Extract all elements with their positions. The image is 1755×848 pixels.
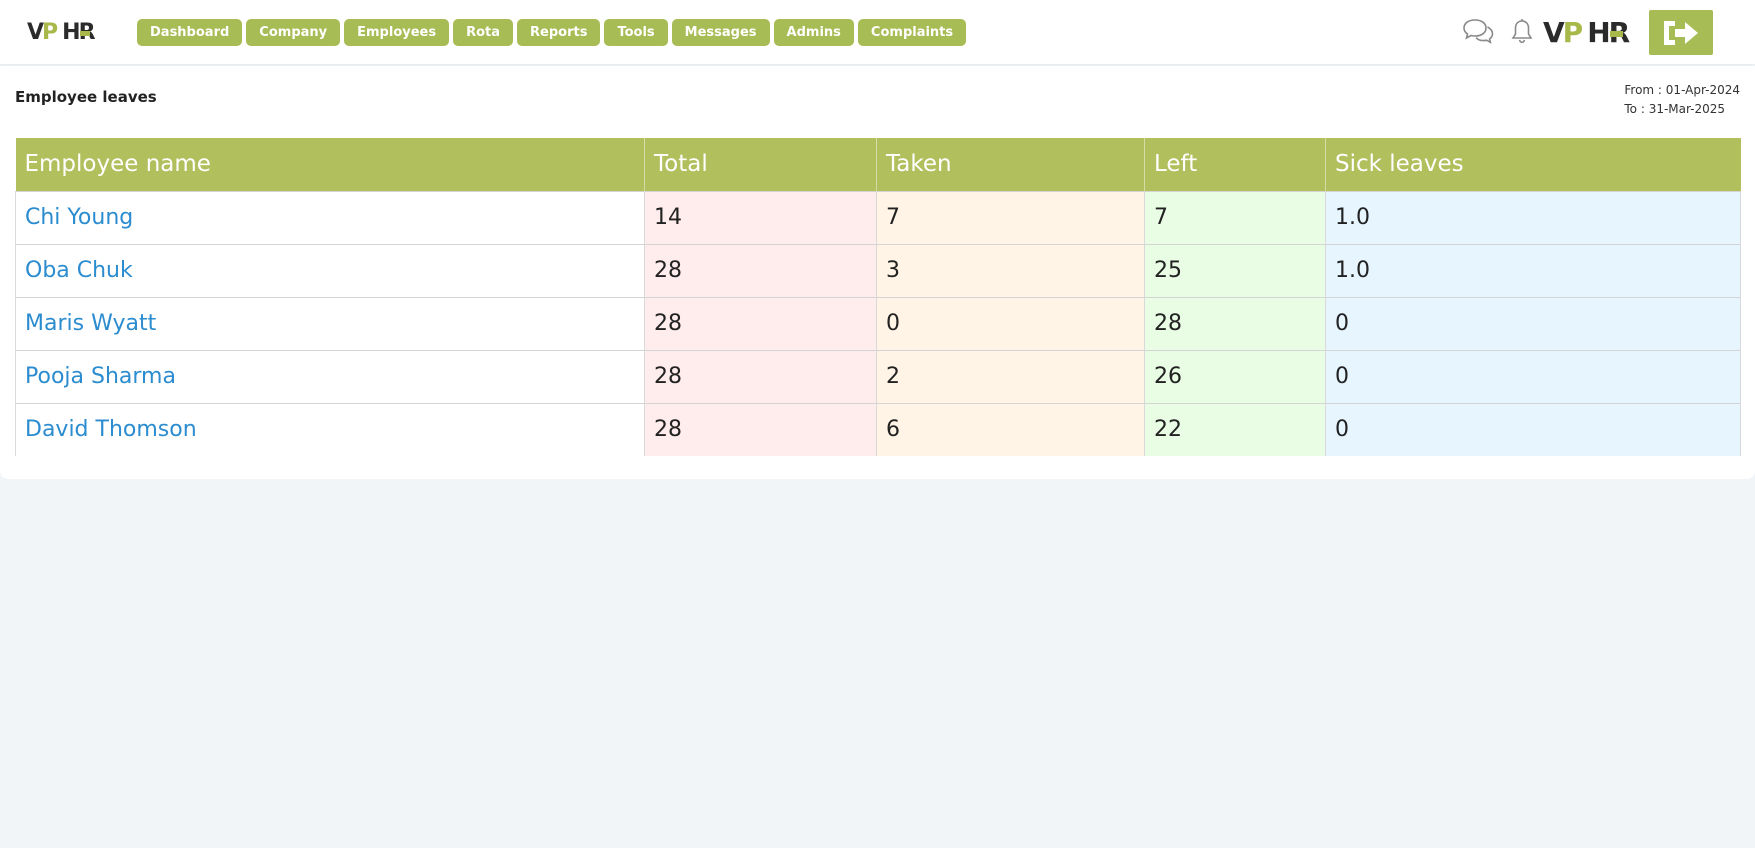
cell-total: 28	[644, 296, 877, 350]
cell-total: 14	[644, 190, 877, 244]
cell-sick: 0	[1325, 296, 1741, 350]
cell-name: Chi Young	[15, 190, 645, 244]
cell-left: 26	[1144, 349, 1326, 403]
leaves-table: Employee name Total Taken Left Sick leav…	[15, 138, 1741, 456]
col-header-left: Left	[1144, 138, 1326, 191]
nav-tools-button[interactable]: Tools	[604, 19, 668, 46]
main-nav: Dashboard Company Employees Rota Reports…	[137, 19, 967, 46]
cell-left: 28	[1144, 296, 1326, 350]
table-row: Chi Young 14 7 7 1.0	[15, 190, 1741, 244]
app-logo[interactable]: VPHR	[27, 20, 96, 45]
employee-link[interactable]: David Thomson	[25, 417, 197, 442]
nav-reports-button[interactable]: Reports	[517, 19, 601, 46]
logout-button[interactable]	[1649, 10, 1713, 55]
table-header-row: Employee name Total Taken Left Sick leav…	[15, 138, 1741, 191]
cell-taken: 3	[876, 243, 1145, 297]
cell-left: 7	[1144, 190, 1326, 244]
col-header-employee-name: Employee name	[15, 138, 645, 191]
table-row: David Thomson 28 6 22 0	[15, 402, 1741, 456]
cell-name: Oba Chuk	[15, 243, 645, 297]
table-row: Maris Wyatt 28 0 28 0	[15, 296, 1741, 350]
nav-rota-button[interactable]: Rota	[453, 19, 514, 46]
employee-link[interactable]: Chi Young	[25, 205, 133, 230]
cell-taken: 0	[876, 296, 1145, 350]
nav-complaints-button[interactable]: Complaints	[857, 19, 967, 46]
cell-left: 22	[1144, 402, 1326, 456]
col-header-total: Total	[644, 138, 877, 191]
bell-icon[interactable]	[1511, 18, 1533, 44]
nav-employees-button[interactable]: Employees	[344, 19, 450, 46]
employee-link[interactable]: Oba Chuk	[25, 258, 133, 283]
date-to: To : 31-Mar-2025	[1624, 102, 1726, 116]
cell-sick: 1.0	[1325, 243, 1741, 297]
date-range: From : 01-Apr-2024 To : 31-Mar-2025	[1624, 81, 1740, 119]
cell-taken: 6	[876, 402, 1145, 456]
cell-left: 25	[1144, 243, 1326, 297]
nav-dashboard-button[interactable]: Dashboard	[137, 19, 243, 46]
chat-icon[interactable]	[1462, 18, 1494, 44]
employee-link[interactable]: Maris Wyatt	[25, 311, 156, 336]
cell-taken: 2	[876, 349, 1145, 403]
col-header-taken: Taken	[876, 138, 1145, 191]
table-row: Pooja Sharma 28 2 26 0	[15, 349, 1741, 403]
cell-total: 28	[644, 349, 877, 403]
nav-messages-button[interactable]: Messages	[671, 19, 770, 46]
nav-company-button[interactable]: Company	[246, 19, 341, 46]
cell-taken: 7	[876, 190, 1145, 244]
company-logo: VPHR	[1543, 16, 1630, 49]
table-row: Oba Chuk 28 3 25 1.0	[15, 243, 1741, 297]
cell-total: 28	[644, 243, 877, 297]
top-navbar: VPHR Dashboard Company Employees Rota Re…	[0, 0, 1755, 64]
cell-sick: 0	[1325, 402, 1741, 456]
col-header-sick-leaves: Sick leaves	[1325, 138, 1741, 191]
logout-icon	[1664, 20, 1698, 45]
date-from: From : 01-Apr-2024	[1624, 83, 1740, 97]
page-title: Employee leaves	[15, 88, 157, 106]
nav-admins-button[interactable]: Admins	[773, 19, 854, 46]
cell-name: Maris Wyatt	[15, 296, 645, 350]
employee-link[interactable]: Pooja Sharma	[25, 364, 176, 389]
cell-name: Pooja Sharma	[15, 349, 645, 403]
cell-total: 28	[644, 402, 877, 456]
cell-sick: 1.0	[1325, 190, 1741, 244]
employee-leaves-panel: Employee leaves From : 01-Apr-2024 To : …	[0, 66, 1755, 479]
cell-sick: 0	[1325, 349, 1741, 403]
cell-name: David Thomson	[15, 402, 645, 456]
